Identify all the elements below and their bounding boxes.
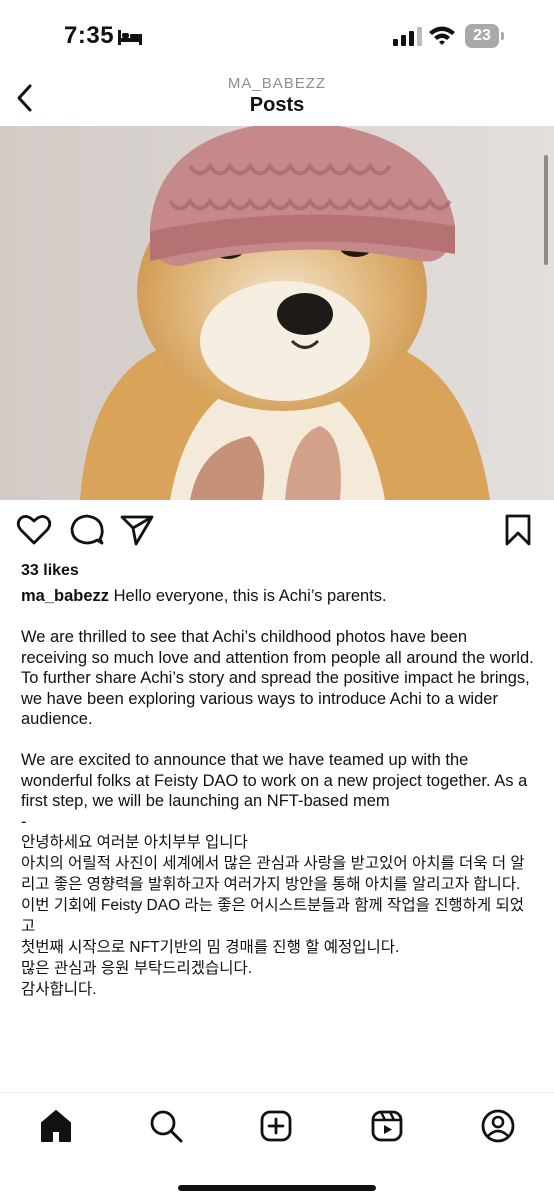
signal-icon [393,27,422,46]
post-caption: ma_babezz Hello everyone, this is Achi’s… [21,586,536,1000]
home-icon[interactable] [38,1108,74,1144]
wifi-icon [429,26,455,45]
reels-icon[interactable] [369,1108,405,1144]
scroll-indicator[interactable] [544,155,548,265]
header: MA_BABEZZ Posts [0,72,554,126]
heart-icon[interactable] [16,512,52,548]
caption-paragraph: We are thrilled to see that Achi’s child… [21,628,534,728]
caption-intro: ma_babezz Hello everyone, this is Achi’s… [21,586,536,607]
bookmark-icon[interactable] [500,512,536,548]
battery-icon: 23 [465,24,505,48]
caption-dash: - [21,812,27,831]
dog-photo [0,126,554,500]
comment-icon[interactable] [69,512,105,548]
caption-first-line: Hello everyone, this is Achi’s parents. [113,587,387,605]
likes-count[interactable]: 33 likes [21,562,79,580]
bottom-nav [0,1092,554,1201]
caption-username[interactable]: ma_babezz [21,587,109,605]
home-indicator[interactable] [178,1185,376,1191]
create-icon[interactable] [258,1108,294,1144]
caption-korean-line: 이번 기회에 Feisty DAO 라는 좋은 어시스트분들과 함께 작업을 진… [21,897,525,935]
caption-korean-line: 많은 관심과 응원 부탁드리겠습니다. [21,960,253,977]
caption-korean-line: 첫번째 시작으로 NFT기반의 밈 경매를 진행 할 예정입니다. [21,939,400,956]
caption-korean-line: 안녕하세요 여러분 아치부부 입니다 [21,834,248,851]
status-bar: 7:35 23 [0,0,554,72]
status-time: 7:35 [64,22,115,49]
page-title: Posts [249,94,305,116]
post-photo[interactable] [0,126,554,500]
battery-level: 23 [465,24,499,48]
post-actions [0,512,554,552]
profile-icon[interactable] [480,1108,516,1144]
search-icon[interactable] [148,1108,184,1144]
caption-paragraph: We are excited to announce that we have … [21,751,528,810]
bed-icon [118,30,142,45]
caption-korean-line: 아치의 어릴적 사진이 세계에서 많은 관심과 사랑을 받고있어 아치를 더욱 … [21,855,525,893]
header-username[interactable]: MA_BABEZZ [0,75,554,92]
share-icon[interactable] [119,512,155,548]
caption-korean-line: 감사합니다. [21,981,97,998]
